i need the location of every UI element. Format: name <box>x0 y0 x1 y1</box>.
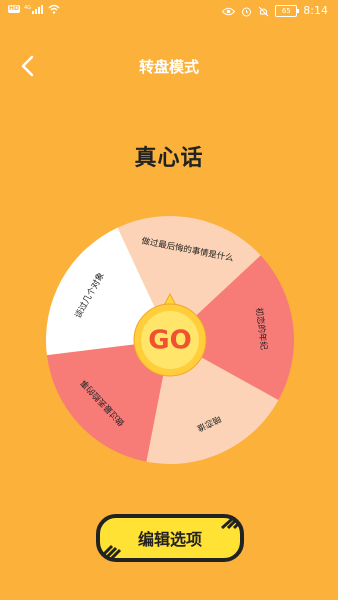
battery-indicator: 65 <box>275 5 300 17</box>
mute-bell-icon <box>258 6 269 16</box>
wheel-svg: 做过最后悔的事情是什么初恋的年纪暗恋谁做过最丢脸的事谈过几个对象GO <box>46 216 294 464</box>
alarm-icon <box>242 7 252 16</box>
page-title: 转盘模式 <box>138 58 199 76</box>
network-label: 4G <box>24 5 31 11</box>
question-type-label: 真心话 <box>134 146 204 171</box>
status-bar: HD 4G 65 8:14 <box>0 0 338 22</box>
go-label: GO <box>148 326 191 356</box>
eye-icon <box>222 7 236 15</box>
edit-options-label: 编辑选项 <box>137 530 202 549</box>
signal-icon: 4G <box>24 5 44 14</box>
edit-options-button[interactable]: 编辑选项 <box>94 512 246 564</box>
spin-wheel: 做过最后悔的事情是什么 初恋的年纪 暗恋谁 做过最丢脸的事 谈过几个对象 GO <box>44 214 296 466</box>
wifi-icon <box>48 4 60 14</box>
status-time: 8:14 <box>303 4 328 17</box>
status-left: HD 4G <box>8 4 60 14</box>
hd-badge: HD <box>8 5 21 13</box>
header: 转盘模式 <box>0 44 338 88</box>
status-right: 65 8:14 <box>222 4 328 18</box>
